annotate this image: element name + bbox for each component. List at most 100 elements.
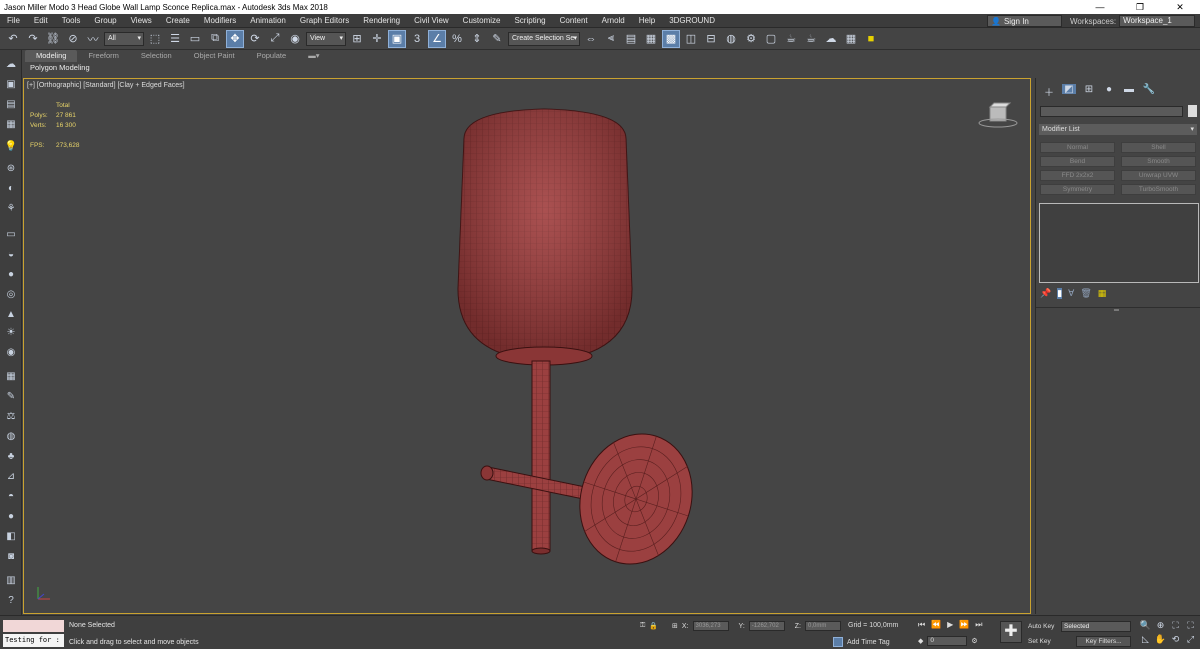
align-icon[interactable]: ⫷	[602, 30, 620, 48]
box-icon[interactable]: ▭	[3, 226, 19, 242]
rect-selection-icon[interactable]: ▭	[186, 30, 204, 48]
key-mode-icon[interactable]: ◆	[918, 637, 923, 645]
menu-modifiers[interactable]: Modifiers	[197, 14, 243, 28]
zoom-icon[interactable]: 🔍	[1138, 620, 1153, 631]
play-icon[interactable]: ▶	[947, 620, 953, 630]
render-setup-icon[interactable]: ⚙	[742, 30, 760, 48]
render-in-cloud-icon[interactable]: ☁	[822, 30, 840, 48]
helper-icon[interactable]: ⚘	[3, 200, 19, 216]
modify-tab-icon[interactable]: ◩	[1062, 84, 1076, 95]
mirror-icon[interactable]: ⇔	[582, 30, 600, 48]
help-icon[interactable]: ?	[3, 592, 19, 608]
next-frame-icon[interactable]: ⏩	[959, 620, 969, 630]
tree-icon[interactable]: ♣	[3, 448, 19, 464]
orbit-icon[interactable]: ⟲	[1168, 634, 1183, 645]
key-selection-dropdown[interactable]: Selected	[1061, 621, 1131, 632]
menu-tools[interactable]: Tools	[55, 14, 88, 28]
render-iterative-icon[interactable]: ☕	[802, 30, 820, 48]
menu-3dground[interactable]: 3DGROUND	[662, 14, 722, 28]
pan-icon[interactable]: ✋	[1153, 634, 1168, 645]
selection-lock-icon[interactable]: 🔒	[649, 622, 658, 630]
named-selection-set-dropdown[interactable]: Create Selection Se	[508, 31, 580, 46]
document-icon[interactable]: ▥	[3, 572, 19, 588]
menu-content[interactable]: Content	[553, 14, 595, 28]
select-manipulate-icon[interactable]: ✛	[368, 30, 386, 48]
go-to-end-icon[interactable]: ⏭	[975, 620, 982, 630]
a360-icon[interactable]: ▦	[842, 30, 860, 48]
current-frame-field[interactable]: 0	[927, 636, 968, 646]
scale-icon[interactable]: ⤢	[266, 30, 284, 48]
extra-plugin-icon[interactable]: ■	[862, 30, 880, 48]
torus-icon[interactable]: ◎	[3, 286, 19, 302]
hierarchy-tab-icon[interactable]: ⊞	[1082, 84, 1096, 95]
cone-icon[interactable]: ▲	[3, 306, 19, 322]
ribbon-options-icon[interactable]: ▬▾	[297, 50, 330, 62]
menu-help[interactable]: Help	[632, 14, 662, 28]
go-to-start-icon[interactable]: ⏮	[918, 620, 925, 630]
rendered-frame-window-icon[interactable]: ▢	[762, 30, 780, 48]
lamp-model[interactable]	[404, 99, 704, 579]
percent-snap-icon[interactable]: %	[448, 30, 466, 48]
make-unique-icon[interactable]: ∀	[1068, 288, 1074, 299]
modifier-normal-button[interactable]: Normal	[1040, 142, 1115, 153]
modifier-stack[interactable]	[1039, 203, 1199, 283]
motion-tab-icon[interactable]: ●	[1102, 84, 1116, 95]
modifier-bend-button[interactable]: Bend	[1040, 156, 1115, 167]
selection-filter-dropdown[interactable]: All	[104, 31, 144, 46]
absolute-mode-icon[interactable]: ⊞	[672, 622, 678, 630]
menu-customize[interactable]: Customize	[456, 14, 508, 28]
y-coordinate-field[interactable]: -1262,702	[748, 621, 785, 631]
rotate-icon[interactable]: ⟳	[246, 30, 264, 48]
menu-file[interactable]: File	[0, 14, 27, 28]
configure-sets-icon[interactable]: ▦	[1098, 288, 1107, 299]
close-button[interactable]: ✕	[1160, 0, 1200, 14]
unlink-icon[interactable]: ⊘	[64, 30, 82, 48]
angle-snap-icon[interactable]: ∠	[428, 29, 446, 48]
minimize-button[interactable]: —	[1080, 0, 1120, 14]
object-name-field[interactable]	[1040, 106, 1183, 117]
tripod-icon[interactable]: ⚖	[3, 408, 19, 424]
panel-grip-icon[interactable]: ═	[1114, 307, 1119, 314]
tab-selection[interactable]: Selection	[130, 50, 183, 62]
sign-in-button[interactable]: 👤 Sign In	[987, 15, 1062, 27]
sphere-icon[interactable]: ●	[3, 266, 19, 282]
set-key-button[interactable]: Set Key	[1028, 638, 1051, 645]
menu-edit[interactable]: Edit	[27, 14, 55, 28]
create-tab-icon[interactable]: ＋	[1042, 84, 1056, 99]
snaps-toggle-icon[interactable]: 3	[408, 30, 426, 48]
modifier-shell-button[interactable]: Shell	[1121, 142, 1196, 153]
plane-icon[interactable]: ◒	[3, 246, 19, 262]
x-coordinate-field[interactable]: 3036,273	[692, 621, 729, 631]
menu-views[interactable]: Views	[124, 14, 159, 28]
key-filters-button[interactable]: Key Filters...	[1076, 636, 1131, 647]
render-production-icon[interactable]: ☕	[782, 30, 800, 48]
maximize-button[interactable]: ❐	[1120, 0, 1160, 14]
sun-icon[interactable]: ☀	[3, 324, 19, 340]
maxscript-input[interactable]: Testing for :	[3, 634, 64, 647]
set-keys-button[interactable]: ✚	[1000, 621, 1022, 643]
auto-key-button[interactable]: Auto Key	[1028, 623, 1054, 630]
pin-stack-icon[interactable]: 📌	[1040, 288, 1051, 299]
menu-animation[interactable]: Animation	[243, 14, 293, 28]
modifier-turbosmooth-button[interactable]: TurboSmooth	[1121, 184, 1196, 195]
maximize-viewport-icon[interactable]: ⤢	[1183, 634, 1198, 645]
grid-icon[interactable]: ▦	[3, 368, 19, 384]
pivot-center-icon[interactable]: ⊞	[348, 30, 366, 48]
bind-space-warp-icon[interactable]: 〰	[84, 30, 102, 48]
tab-modeling[interactable]: Modeling	[25, 50, 78, 62]
zoom-extents-all-icon[interactable]: ⛶	[1183, 620, 1198, 631]
toggle-ribbon-icon[interactable]: ▩	[662, 29, 680, 48]
window-crossing-icon[interactable]: ⧉	[206, 30, 224, 48]
globe-icon[interactable]: ◍	[3, 428, 19, 444]
zoom-extents-icon[interactable]: ⛶	[1168, 620, 1183, 631]
shape-icon[interactable]: ◧	[3, 528, 19, 544]
viewport[interactable]: [+] [Orthographic] [Standard] [Clay + Ed…	[23, 78, 1031, 614]
tab-freeform[interactable]: Freeform	[77, 50, 129, 62]
menu-rendering[interactable]: Rendering	[356, 14, 407, 28]
z-coordinate-field[interactable]: 0,0mm	[805, 621, 842, 631]
material-editor-icon[interactable]: ◍	[722, 30, 740, 48]
stairs-icon[interactable]: ⊿	[3, 468, 19, 484]
viewport-label[interactable]: [+] [Orthographic] [Standard] [Clay + Ed…	[27, 82, 185, 89]
previous-frame-icon[interactable]: ⏪	[931, 620, 941, 630]
utilities-tab-icon[interactable]: 🔧	[1142, 84, 1156, 95]
